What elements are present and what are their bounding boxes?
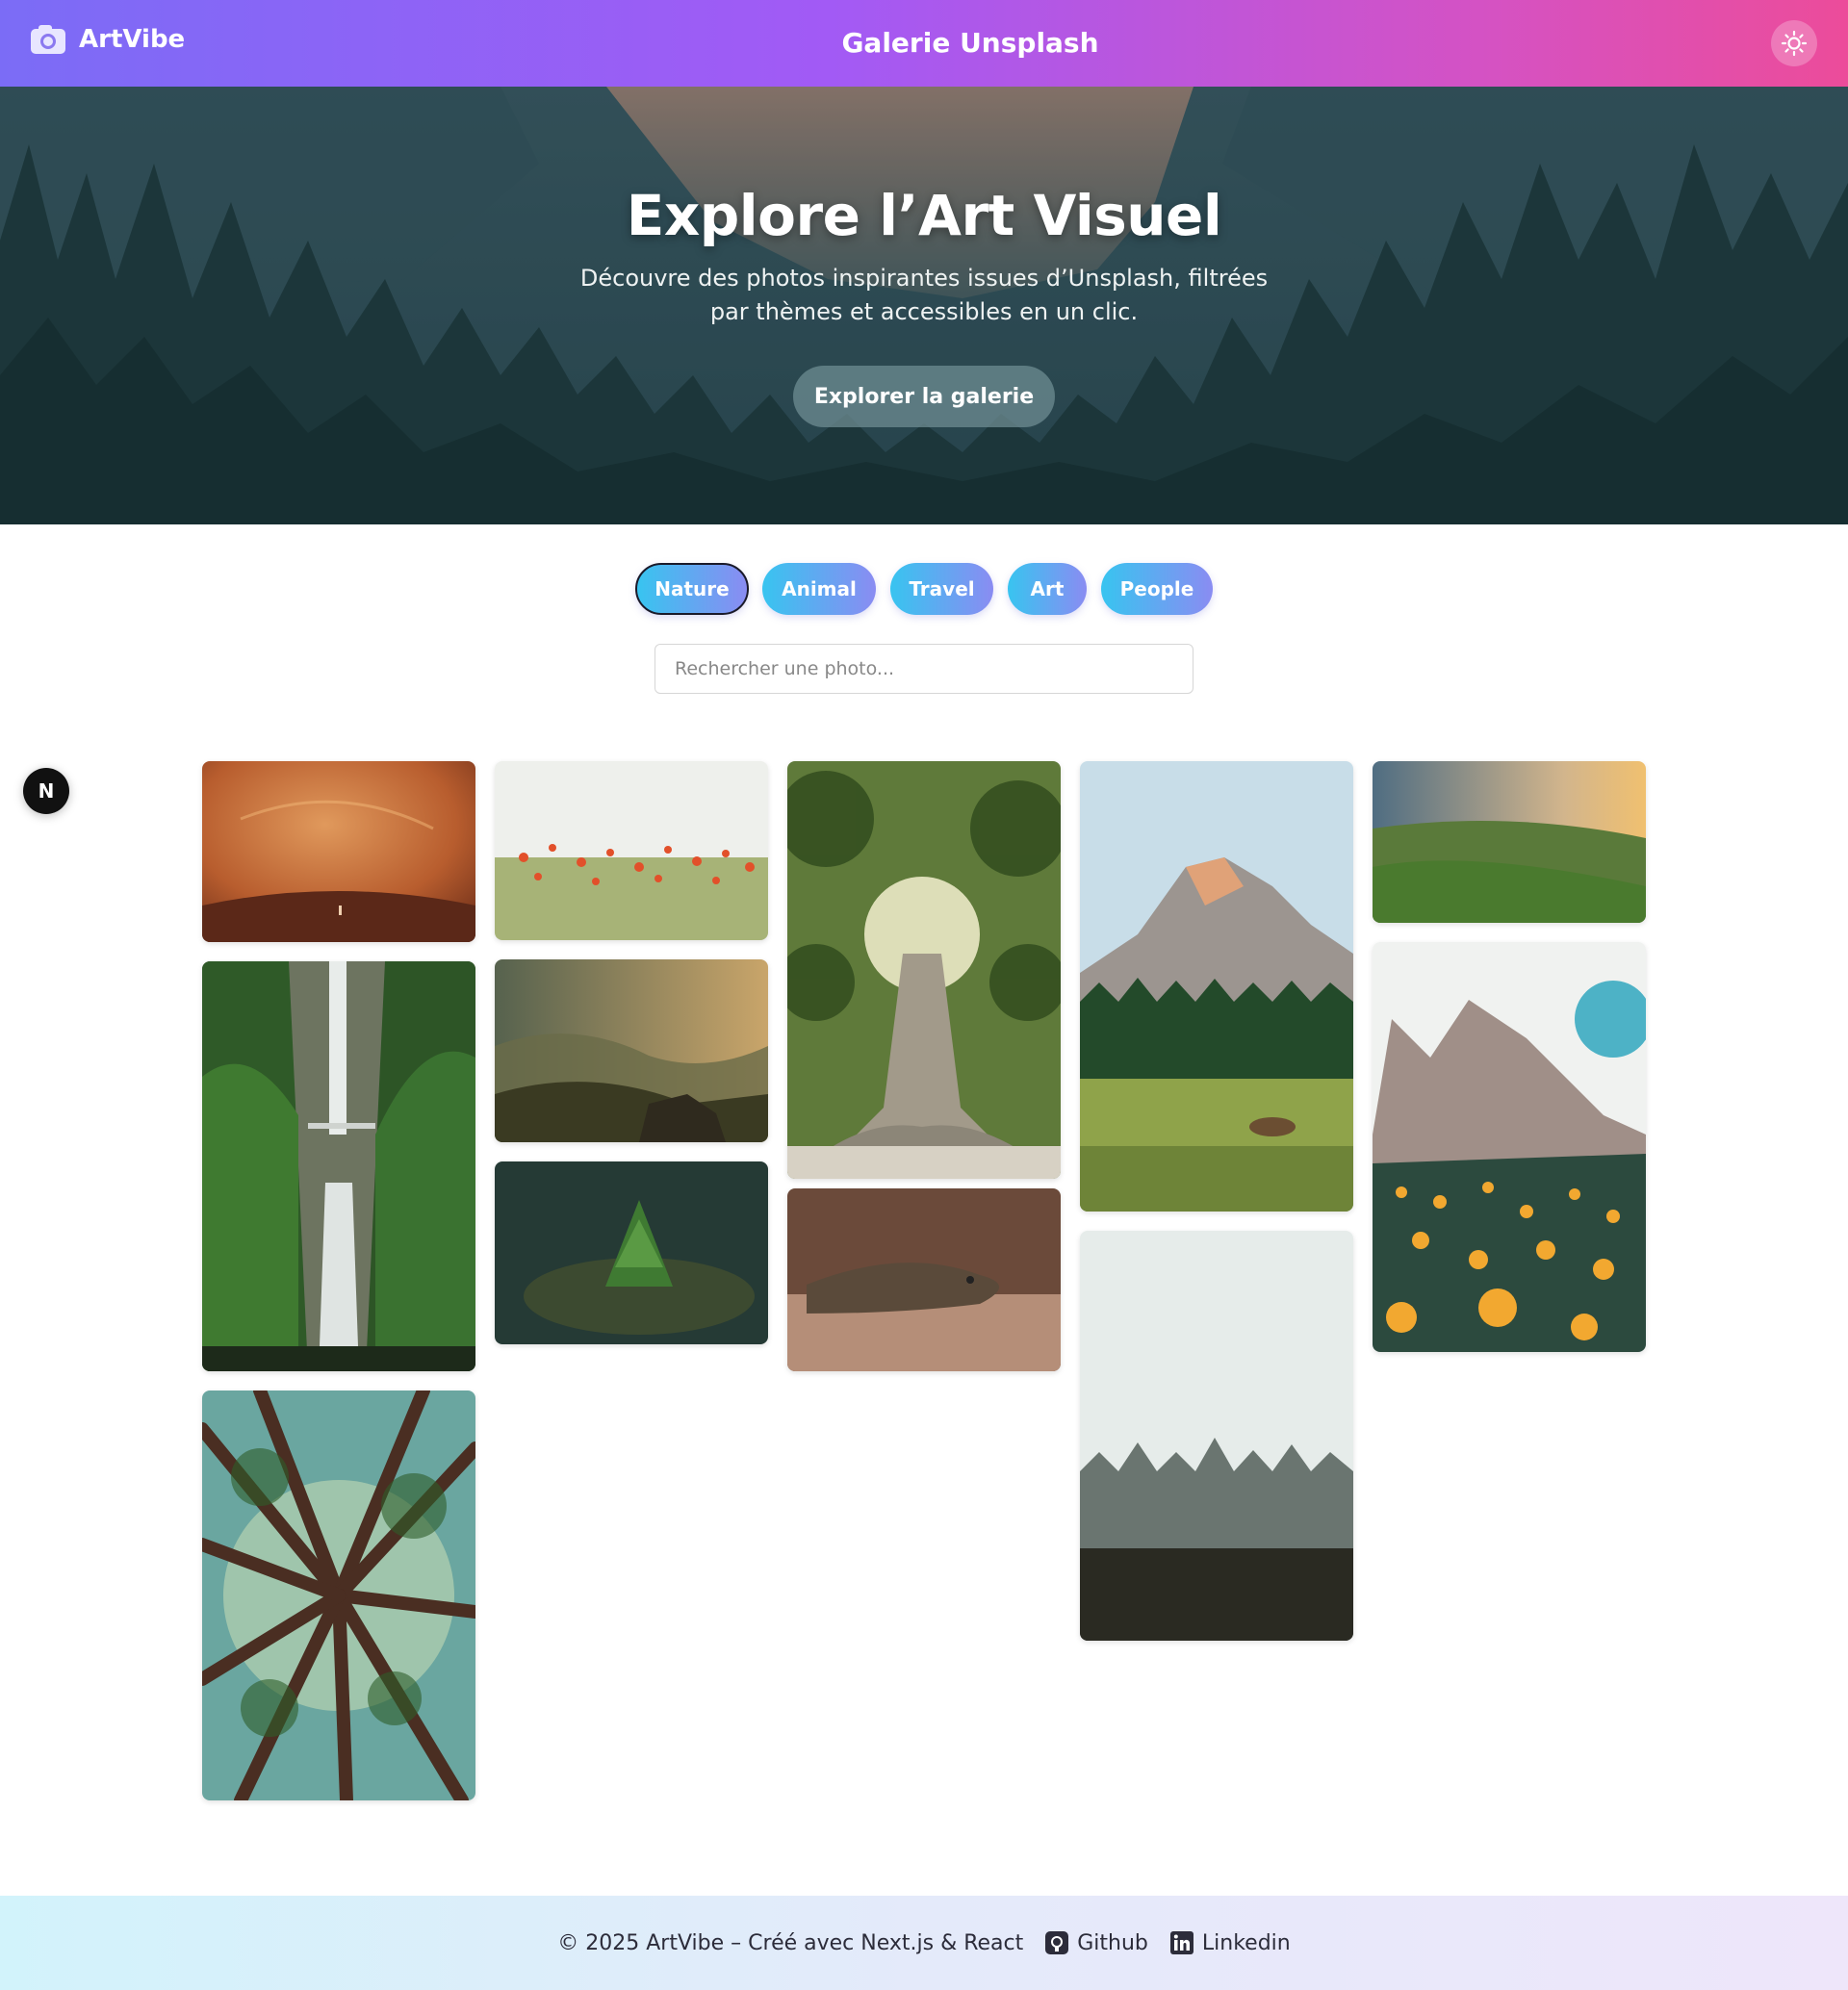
gallery-photo[interactable]	[202, 761, 475, 942]
hero-banner: Explore l’Art Visuel Découvre des photos…	[0, 87, 1848, 524]
waterfall-image	[202, 961, 475, 1371]
banyan-tree-image	[787, 761, 1061, 1179]
dolomites-flowers-image	[1373, 942, 1646, 1352]
footer-copyright: © 2025 ArtVibe – Créé avec Next.js & Rea…	[557, 1930, 1024, 1955]
category-filters: Nature Animal Travel Art People	[0, 563, 1848, 615]
foggy-forest-image	[1080, 1231, 1353, 1641]
github-icon	[1045, 1931, 1069, 1954]
gallery-photo[interactable]	[202, 1390, 475, 1800]
linkedin-icon	[1169, 1931, 1194, 1954]
nextjs-dev-badge[interactable]: N	[23, 768, 69, 814]
gallery-photo[interactable]	[495, 761, 768, 940]
filter-travel[interactable]: Travel	[890, 563, 993, 615]
lizard-image	[787, 1188, 1061, 1371]
misty-valley-image	[495, 959, 768, 1142]
footer: © 2025 ArtVibe – Créé avec Next.js & Rea…	[0, 1896, 1848, 1990]
sun-icon	[1781, 30, 1808, 57]
top-nav: ArtVibe Galerie Unsplash	[0, 0, 1848, 87]
poppy-field-image	[495, 761, 768, 940]
small-pine-image	[495, 1161, 768, 1344]
github-link[interactable]: Github	[1044, 1930, 1148, 1955]
hero-subtitle: Découvre des photos inspirantes issues d…	[579, 265, 1269, 325]
filter-animal[interactable]: Animal	[762, 563, 876, 615]
hero-title: Explore l’Art Visuel	[626, 183, 1222, 248]
linkedin-link-label: Linkedin	[1201, 1930, 1291, 1955]
half-dome-deer-image	[1080, 761, 1353, 1212]
gallery-photo[interactable]	[1373, 942, 1646, 1352]
gallery-photo[interactable]	[787, 1188, 1061, 1371]
filter-people[interactable]: People	[1101, 563, 1213, 615]
linkedin-link[interactable]: Linkedin	[1169, 1930, 1291, 1955]
filter-art[interactable]: Art	[1008, 563, 1087, 615]
redwood-canopy-image	[202, 1390, 475, 1800]
gallery-photo[interactable]	[202, 961, 475, 1371]
page-title: Galerie Unsplash	[841, 27, 1099, 59]
github-link-label: Github	[1077, 1930, 1148, 1955]
gallery-photo[interactable]	[495, 959, 768, 1142]
green-hills-sunset-image	[1373, 761, 1646, 923]
theme-toggle-button[interactable]	[1771, 20, 1817, 66]
gallery-photo[interactable]	[1373, 761, 1646, 923]
gallery-photo[interactable]	[1080, 761, 1353, 1212]
filter-nature[interactable]: Nature	[635, 563, 749, 615]
explore-gallery-button[interactable]: Explorer la galerie	[793, 366, 1055, 427]
cave-image	[202, 761, 475, 942]
search-input[interactable]	[654, 644, 1194, 694]
gallery-photo[interactable]	[1080, 1231, 1353, 1641]
gallery-photo[interactable]	[495, 1161, 768, 1344]
gallery-photo[interactable]	[787, 761, 1061, 1179]
